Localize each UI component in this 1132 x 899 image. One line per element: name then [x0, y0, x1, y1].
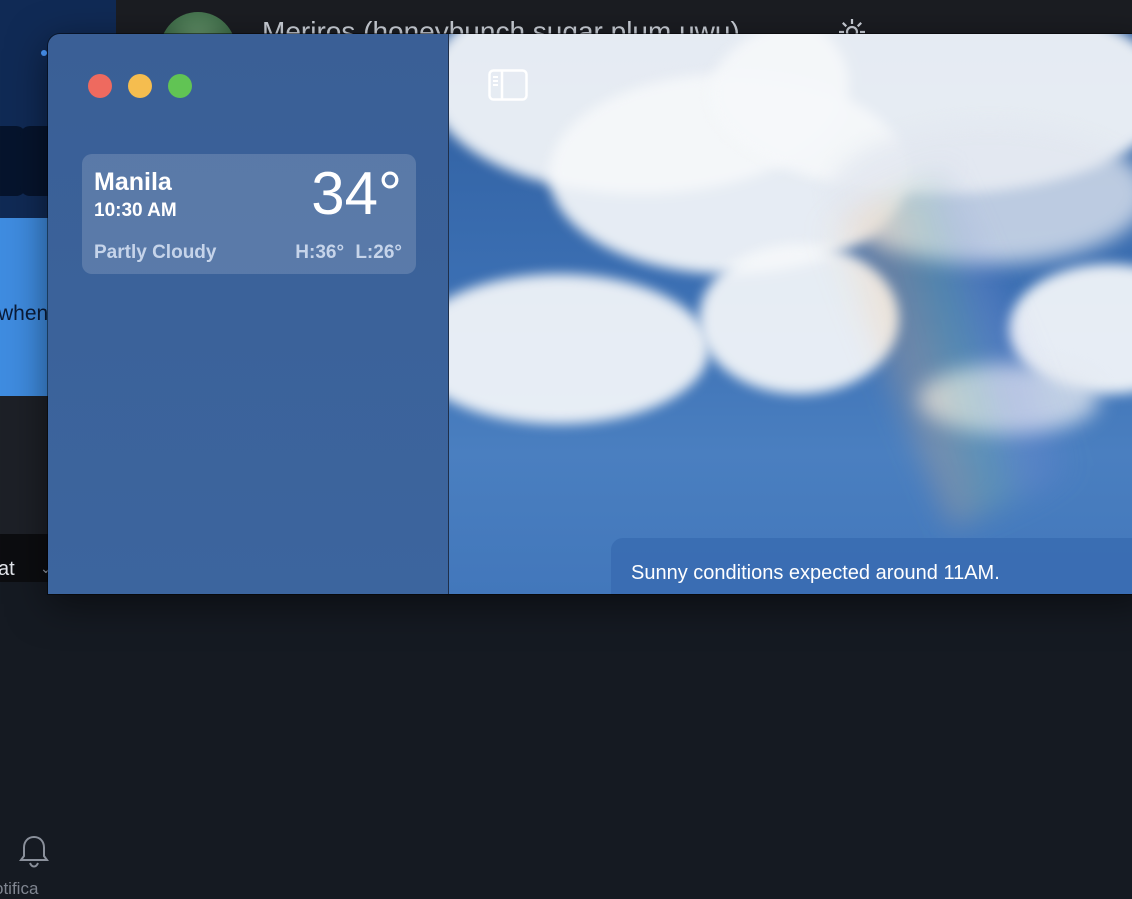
cloud-illustration	[449, 274, 709, 424]
notifications-label: otifica	[0, 879, 39, 898]
close-window-button[interactable]	[88, 74, 112, 98]
chat-label: at	[0, 558, 15, 580]
unread-dot	[41, 50, 47, 56]
bell-icon	[19, 835, 49, 868]
sidebar-toggle-icon[interactable]	[488, 69, 528, 101]
high-low-temperature: H:36° L:26°	[295, 242, 402, 263]
location-card-manila[interactable]: Manila 10:30 AM 34° Partly Cloudy H:36° …	[82, 154, 416, 274]
weather-detail-view: Sunny conditions expected around 11AM.	[449, 34, 1132, 594]
current-temperature: 34°	[311, 160, 402, 227]
weather-window: Manila 10:30 AM 34° Partly Cloudy H:36° …	[48, 34, 1132, 594]
zoom-window-button[interactable]	[168, 74, 192, 98]
minimize-window-button[interactable]	[128, 74, 152, 98]
locations-sidebar: Manila 10:30 AM 34° Partly Cloudy H:36° …	[48, 34, 449, 594]
city-name: Manila	[94, 168, 172, 196]
weather-condition: Partly Cloudy	[94, 242, 217, 263]
background-message-text: when	[0, 302, 49, 325]
local-time: 10:30 AM	[94, 200, 177, 221]
forecast-summary-card: Sunny conditions expected around 11AM.	[611, 538, 1132, 594]
